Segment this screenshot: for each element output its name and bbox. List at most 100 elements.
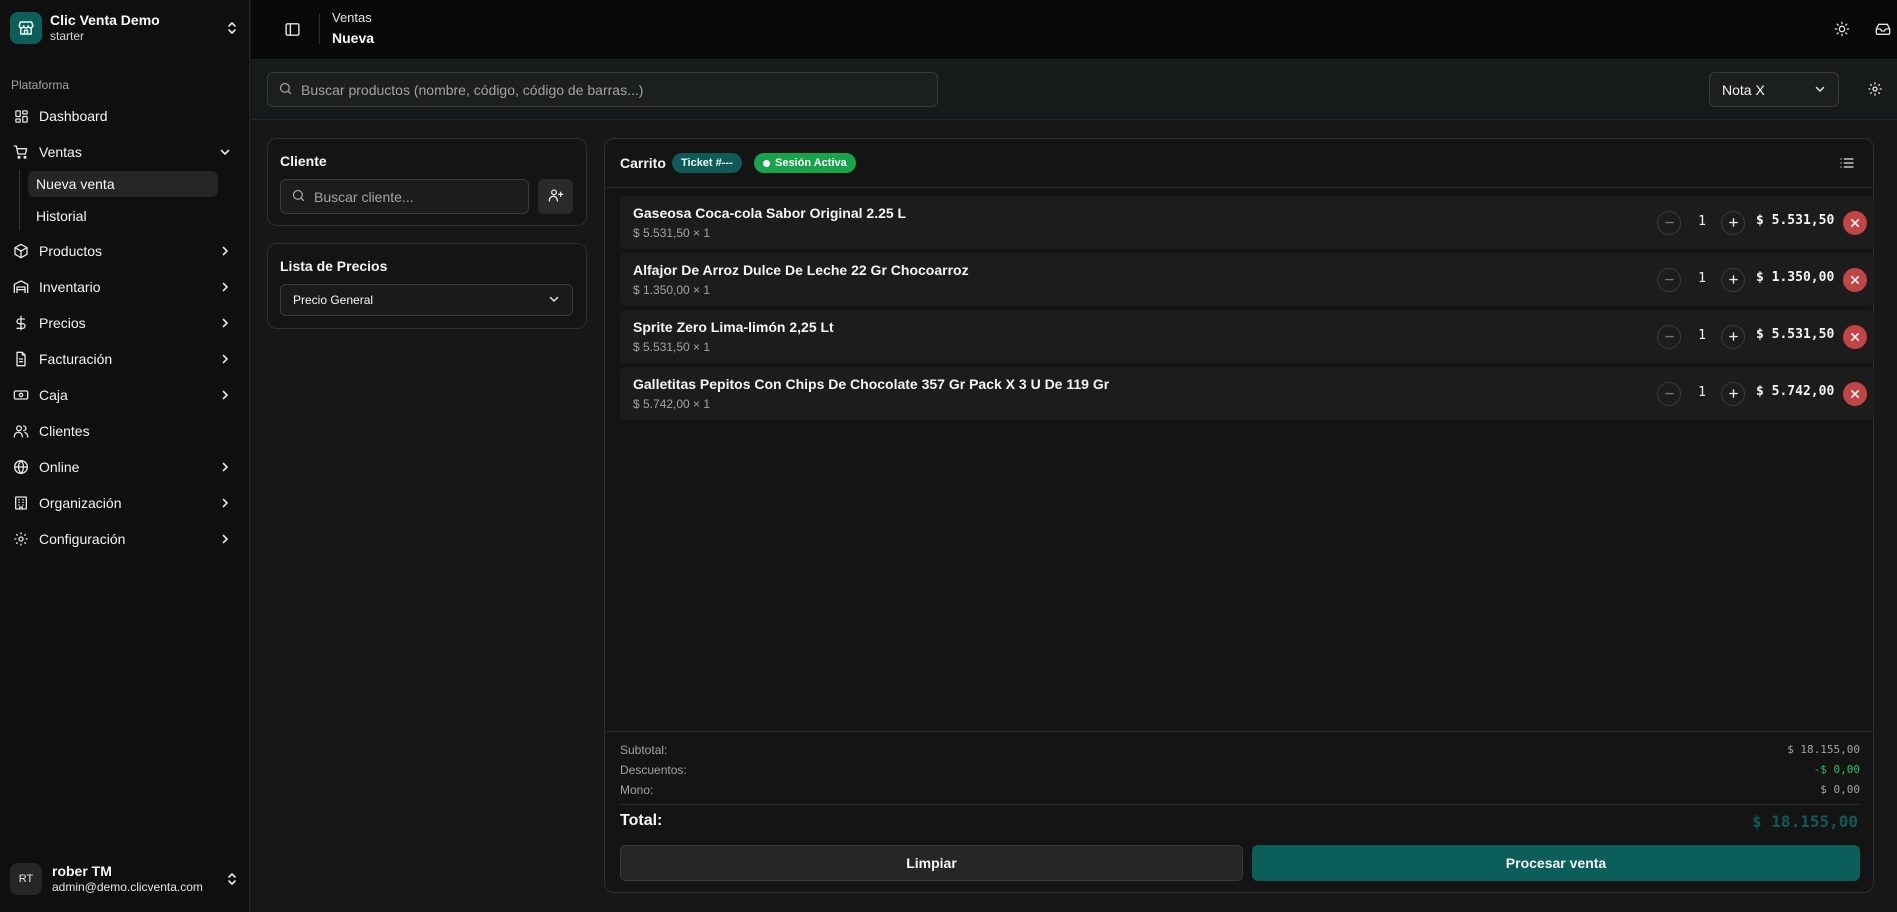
cart-item-total: $ 5.742,00 [1756, 384, 1835, 399]
product-search[interactable] [267, 72, 938, 107]
session-status-badge: Sesión Activa [754, 153, 856, 173]
sidebar-item-facturacion[interactable]: Facturación [10, 344, 240, 374]
chevron-right-icon [218, 460, 232, 474]
sidebar-item-ventas[interactable]: Ventas [10, 137, 240, 167]
sidebar-item-inventario[interactable]: Inventario [10, 272, 240, 302]
price-list-select[interactable]: Precio General [280, 284, 573, 316]
dollar-icon [12, 314, 30, 332]
increase-qty-button[interactable] [1721, 382, 1745, 406]
increase-qty-button[interactable] [1721, 268, 1745, 292]
globe-icon [12, 458, 30, 476]
decrease-qty-button[interactable] [1657, 268, 1681, 292]
minus-icon [1664, 215, 1675, 231]
sidebar: Clic Venta Demo starter Plataforma Dashb… [0, 0, 250, 912]
chevron-right-icon [218, 280, 232, 294]
sidebar-item-organizacion[interactable]: Organización [10, 488, 240, 518]
cart-item: Gaseosa Coca-cola Sabor Original 2.25 L … [620, 196, 1874, 249]
remove-item-button[interactable] [1843, 325, 1867, 349]
cart-item-total: $ 1.350,00 [1756, 270, 1835, 285]
plus-icon [1728, 272, 1739, 288]
cart-item-unit-price: $ 5.742,00 × 1 [633, 397, 711, 411]
increase-qty-button[interactable] [1721, 211, 1745, 235]
pos-settings-gear-icon[interactable] [1865, 79, 1885, 99]
breadcrumb-parent[interactable]: Ventas [332, 10, 372, 25]
minus-icon [1664, 272, 1675, 288]
org-plan: starter [50, 29, 85, 43]
status-dot-icon [763, 159, 770, 167]
sidebar-item-dashboard[interactable]: Dashboard [10, 101, 240, 131]
users-icon [12, 422, 30, 440]
price-list-value: Precio General [293, 293, 374, 307]
product-search-input[interactable] [301, 81, 937, 98]
mono-value: $ 0,00 [1820, 783, 1860, 796]
discount-label: Descuentos: [620, 763, 687, 777]
client-search[interactable] [280, 179, 529, 214]
sidebar-item-label: Configuración [39, 531, 126, 547]
sidebar-item-configuracion[interactable]: Configuración [10, 524, 240, 554]
remove-item-button[interactable] [1843, 211, 1867, 235]
building-icon [12, 494, 30, 512]
add-client-button[interactable] [538, 179, 573, 214]
store-icon [10, 12, 42, 44]
sidebar-item-clientes[interactable]: Clientes [10, 416, 240, 446]
discount-row: Descuentos: -$ 0,00 [620, 763, 1860, 779]
cart-item-unit-price: $ 5.531,50 × 1 [633, 226, 711, 240]
cart-summary: Subtotal: $ 18.155,00 Descuentos: -$ 0,0… [605, 731, 1873, 894]
theme-toggle-sun-icon[interactable] [1831, 18, 1853, 40]
search-icon [291, 188, 306, 206]
inbox-icon[interactable] [1872, 18, 1894, 40]
remove-item-button[interactable] [1843, 268, 1867, 292]
clear-cart-button[interactable]: Limpiar [620, 845, 1243, 881]
cart-item-qty: 1 [1698, 328, 1706, 343]
sidebar-item-label: Caja [39, 387, 68, 403]
doc-type-select[interactable]: Nota X [1709, 72, 1839, 107]
list-menu-icon[interactable] [1837, 153, 1857, 173]
sidebar-item-label: Online [39, 459, 80, 475]
sidebar-item-precios[interactable]: Precios [10, 308, 240, 338]
summary-divider [620, 804, 1860, 805]
header-divider [319, 14, 320, 44]
sidebar-item-online[interactable]: Online [10, 452, 240, 482]
process-sale-button[interactable]: Procesar venta [1252, 845, 1860, 881]
cart-item-name: Gaseosa Coca-cola Sabor Original 2.25 L [633, 205, 907, 221]
decrease-qty-button[interactable] [1657, 382, 1681, 406]
price-list-title: Lista de Precios [280, 258, 388, 274]
cart-item-name: Sprite Zero Lima-limón 2,25 Lt [633, 319, 834, 335]
chevron-right-icon [218, 316, 232, 330]
close-icon [1850, 215, 1860, 231]
chevrons-up-down-icon [224, 20, 240, 36]
sidebar-item-label: Dashboard [39, 108, 108, 124]
sidebar-item-label: Ventas [39, 144, 82, 160]
sidebar-item-caja[interactable]: Caja [10, 380, 240, 410]
org-switcher[interactable]: Clic Venta Demo starter [10, 10, 240, 46]
client-search-input[interactable] [314, 188, 528, 205]
cart-item-name: Alfajor De Arroz Dulce De Leche 22 Gr Ch… [633, 262, 969, 278]
user-menu[interactable]: RT rober TM admin@demo.clicventa.com [10, 860, 240, 898]
plus-icon [1728, 329, 1739, 345]
sidebar-subitem-historial[interactable]: Historial [28, 203, 218, 229]
chevron-right-icon [218, 496, 232, 510]
increase-qty-button[interactable] [1721, 325, 1745, 349]
sidebar-item-label: Facturación [39, 351, 113, 367]
cart-item: Sprite Zero Lima-limón 2,25 Lt $ 5.531,5… [620, 310, 1874, 363]
ticket-badge: Ticket #--- [672, 153, 742, 173]
cart-item-name: Galletitas Pepitos Con Chips De Chocolat… [633, 376, 1110, 392]
sidebar-subitem-nueva-venta[interactable]: Nueva venta [28, 171, 218, 197]
sidebar-toggle-button[interactable] [281, 18, 303, 40]
ticket-badge-label: Ticket #--- [681, 157, 733, 169]
cart-item: Alfajor De Arroz Dulce De Leche 22 Gr Ch… [620, 253, 1874, 306]
cart-item-qty: 1 [1698, 271, 1706, 286]
cart-item-unit-price: $ 5.531,50 × 1 [633, 340, 711, 354]
decrease-qty-button[interactable] [1657, 211, 1681, 235]
dashboard-icon [12, 107, 30, 125]
client-panel-title: Cliente [280, 153, 327, 169]
total-value: $ 18.155,00 [1752, 812, 1858, 831]
sidebar-item-productos[interactable]: Productos [10, 236, 240, 266]
cart-item-total: $ 5.531,50 [1756, 327, 1835, 342]
cart-item-qty: 1 [1698, 214, 1706, 229]
search-icon [278, 81, 293, 99]
remove-item-button[interactable] [1843, 382, 1867, 406]
sidebar-section-label: Plataforma [11, 78, 70, 92]
decrease-qty-button[interactable] [1657, 325, 1681, 349]
close-icon [1850, 386, 1860, 402]
